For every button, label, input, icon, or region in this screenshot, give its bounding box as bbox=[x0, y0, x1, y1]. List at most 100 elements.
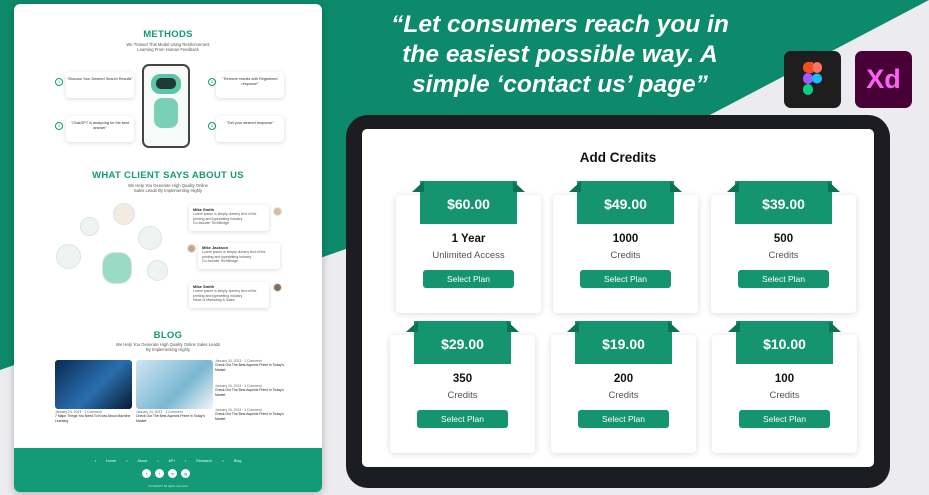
reviewer-role: Co-founder TechBridge bbox=[193, 221, 229, 226]
price-ribbon: $10.00 bbox=[736, 321, 833, 364]
blog-post[interactable]: January 24, 2023 · 1 Comment Check Out T… bbox=[136, 410, 216, 423]
post-title: Check Out The Best Aspects Prime in Toda… bbox=[215, 412, 284, 421]
price-ribbon: $19.00 bbox=[575, 321, 672, 364]
select-plan-button[interactable]: Select Plan bbox=[423, 270, 514, 288]
methods-subtitle: We Trained This Model Using Reinforcemen… bbox=[126, 42, 210, 53]
post-date: January 24, 2023 bbox=[215, 359, 242, 363]
testimonial-card: Mike Smith Lorem ipsum is simply dummy t… bbox=[189, 205, 269, 231]
add-credits-screen: Add Credits $60.00 1 Year Unlimited Acce… bbox=[362, 129, 874, 467]
plan-amount: 1000 bbox=[612, 233, 639, 245]
blog-side-post[interactable]: January 24, 2023 · 1 Comment Check Out T… bbox=[215, 359, 285, 372]
select-plan-button[interactable]: Select Plan bbox=[580, 270, 671, 288]
tablet-device: Add Credits $60.00 1 Year Unlimited Acce… bbox=[346, 115, 890, 488]
post-title: Check Out The Best Aspects Prime in Toda… bbox=[215, 363, 284, 372]
select-plan-button[interactable]: Select Plan bbox=[739, 410, 830, 428]
plan-card: $29.00 350 Credits Select Plan bbox=[390, 321, 535, 453]
client-avatar bbox=[138, 226, 162, 250]
reviewer-avatar bbox=[273, 207, 282, 216]
post-title: Check Out The Best Aspects Prime in Toda… bbox=[215, 388, 284, 397]
figma-logo-icon bbox=[784, 51, 841, 108]
blog-subtitle: We Help You Generate High Quality Online… bbox=[115, 342, 221, 353]
testimonial-card: Mike Smith Lorem ipsum is simply dummy t… bbox=[189, 282, 269, 308]
quote-line: “Let consumers reach you in bbox=[391, 11, 729, 38]
price-ribbon: $60.00 bbox=[420, 181, 517, 224]
plan-amount: 200 bbox=[613, 373, 634, 385]
linkedin-icon[interactable]: in bbox=[168, 469, 177, 478]
plan-card: $60.00 1 Year Unlimited Access Select Pl… bbox=[396, 181, 541, 313]
headline-quote: “Let consumers reach you in the easiest … bbox=[345, 10, 775, 100]
reviewer-role: Head of Marketing & Sales bbox=[193, 298, 235, 303]
reviewer-avatar bbox=[187, 244, 196, 253]
post-title: Check Out The Best Aspects Prime in Toda… bbox=[136, 414, 205, 423]
price-ribbon: $29.00 bbox=[414, 321, 511, 364]
robot-phone-illustration bbox=[142, 64, 190, 148]
step-text: "Remove results with Registered response… bbox=[222, 77, 278, 86]
reviewer-role: Co-founder TechBridge bbox=[202, 259, 238, 264]
review-text: Lorem ipsum is simply dummy text of the … bbox=[202, 250, 266, 259]
client-avatar bbox=[113, 203, 135, 225]
step-text: "ChatGPT is analyzing for the best answe… bbox=[70, 121, 130, 130]
method-step-card: "Remove results with Registered response… bbox=[216, 72, 284, 98]
plan-card: $19.00 200 Credits Select Plan bbox=[551, 321, 696, 453]
step-number: 4 bbox=[208, 122, 216, 130]
instagram-icon[interactable]: ig bbox=[181, 469, 190, 478]
step-text: "Get your desired response" bbox=[226, 121, 274, 125]
plan-amount: 500 bbox=[773, 233, 794, 245]
plan-card: $49.00 1000 Credits Select Plan bbox=[553, 181, 698, 313]
twitter-icon[interactable]: t bbox=[155, 469, 164, 478]
reviewer-avatar bbox=[273, 283, 282, 292]
price-ribbon: $39.00 bbox=[735, 181, 832, 224]
plan-amount: 1 Year bbox=[451, 233, 486, 245]
select-plan-button[interactable]: Select Plan bbox=[578, 410, 669, 428]
plan-unit: Credits bbox=[769, 390, 800, 401]
plan-amount: 350 bbox=[452, 373, 473, 385]
method-step-card: "Get your desired response" bbox=[216, 116, 284, 142]
post-comments: 1 Comment bbox=[244, 384, 262, 388]
footer-nav[interactable]: • Home • About • API • Research • Blog bbox=[14, 459, 322, 463]
clients-subtitle: We Help You Generate High Quality Online… bbox=[128, 183, 208, 194]
quote-line: simple ‘contact us’ page” bbox=[412, 71, 708, 98]
plan-unit: Credits bbox=[447, 390, 478, 401]
post-comments: 1 Comment bbox=[244, 408, 262, 412]
select-plan-button[interactable]: Select Plan bbox=[738, 270, 829, 288]
copyright: ©ChatGPT All rights reserved bbox=[148, 484, 188, 488]
site-footer: • Home • About • API • Research • Blog f… bbox=[14, 448, 322, 492]
blog-side-post[interactable]: January 24, 2023 · 1 Comment Check Out T… bbox=[215, 408, 285, 421]
website-mockup: METHODS We Trained This Model Using Rein… bbox=[14, 4, 322, 492]
methods-title: METHODS bbox=[143, 29, 193, 40]
post-date: January 24, 2023 bbox=[215, 384, 242, 388]
plan-card: $10.00 100 Credits Select Plan bbox=[712, 321, 857, 453]
review-text: Lorem ipsum is simply dummy text of the … bbox=[193, 212, 257, 221]
post-date: January 24, 2023 bbox=[136, 410, 163, 414]
post-title: 7 Major Things You Need To Know About Ma… bbox=[55, 414, 131, 423]
facebook-icon[interactable]: f bbox=[142, 469, 151, 478]
post-date: January 24, 2023 bbox=[215, 408, 242, 412]
plan-unit: Credits bbox=[768, 250, 799, 261]
plan-unit: Unlimited Access bbox=[432, 250, 505, 261]
plan-amount: 100 bbox=[774, 373, 795, 385]
client-avatar bbox=[147, 260, 168, 281]
testimonial-card: Mike Jackson Lorem ipsum is simply dummy… bbox=[198, 243, 280, 269]
client-avatar bbox=[80, 217, 99, 236]
method-step-card: "Discuss Your Desired Search Results" bbox=[66, 72, 134, 98]
blog-title: BLOG bbox=[153, 330, 183, 341]
client-avatar bbox=[56, 244, 81, 269]
screen-title: Add Credits bbox=[579, 150, 657, 165]
plan-card: $39.00 500 Credits Select Plan bbox=[711, 181, 856, 313]
robot-illustration bbox=[102, 252, 132, 284]
method-step-card: "ChatGPT is analyzing for the best answe… bbox=[66, 116, 134, 142]
blog-image[interactable] bbox=[55, 360, 132, 409]
price-ribbon: $49.00 bbox=[577, 181, 674, 224]
blog-image[interactable] bbox=[136, 360, 213, 409]
step-number: 2 bbox=[55, 122, 63, 130]
step-number: 1 bbox=[55, 78, 63, 86]
post-comments: 1 Comment bbox=[84, 410, 102, 414]
plan-unit: Credits bbox=[610, 250, 641, 261]
plan-unit: Credits bbox=[608, 390, 639, 401]
select-plan-button[interactable]: Select Plan bbox=[417, 410, 508, 428]
post-comments: 1 Comment bbox=[244, 359, 262, 363]
blog-post[interactable]: January 24, 2023 · 1 Comment 7 Major Thi… bbox=[55, 410, 135, 423]
post-date: January 24, 2023 bbox=[55, 410, 82, 414]
clients-title: WHAT CLIENT SAYS ABOUT US bbox=[92, 170, 244, 181]
blog-side-post[interactable]: January 24, 2023 · 1 Comment Check Out T… bbox=[215, 384, 285, 397]
